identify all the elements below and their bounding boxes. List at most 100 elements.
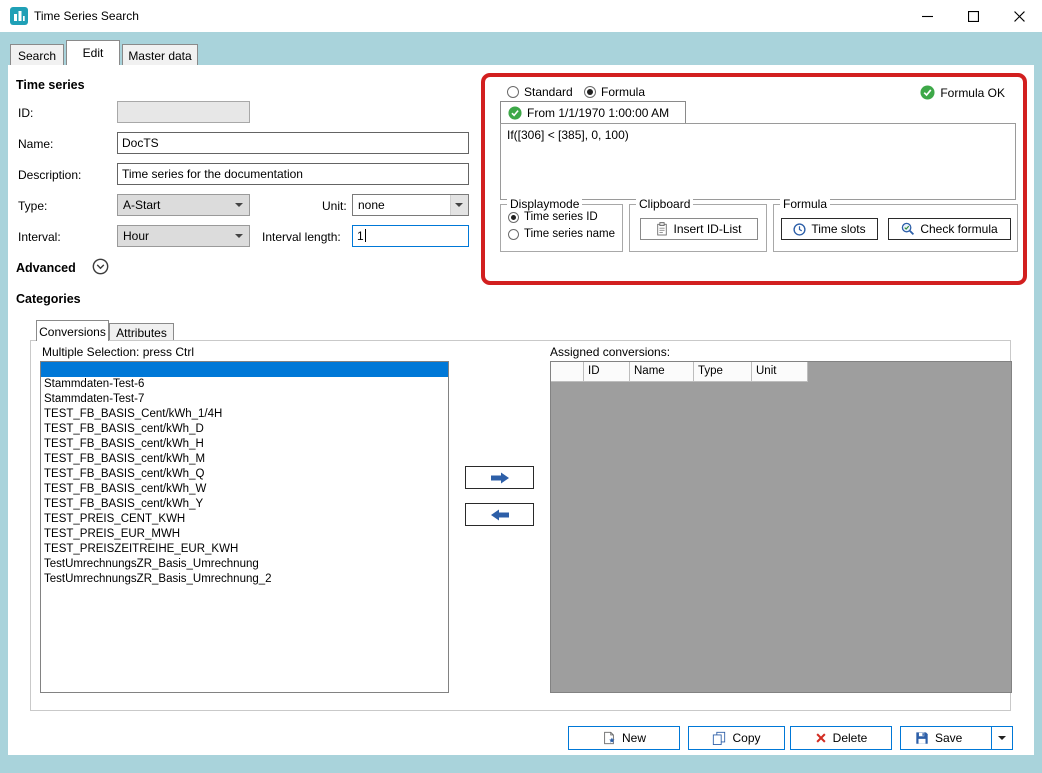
conversions-list[interactable]: Stammdaten-Test-6Stammdaten-Test-7TEST_F… [40, 361, 449, 693]
new-button[interactable]: New [568, 726, 680, 750]
list-item[interactable] [41, 362, 448, 377]
categories-heading: Categories [16, 292, 81, 306]
from-date-label: From 1/1/1970 1:00:00 AM [527, 106, 669, 120]
app-window: Time Series Search Search Edit Master da… [0, 0, 1042, 773]
text-caret [365, 229, 366, 242]
list-item[interactable]: Stammdaten-Test-7 [41, 392, 448, 407]
list-item[interactable]: TEST_PREIS_CENT_KWH [41, 512, 448, 527]
list-item[interactable]: TEST_FB_BASIS_cent/kWh_W [41, 482, 448, 497]
maximize-icon [968, 11, 979, 22]
description-label: Description: [18, 168, 81, 182]
displaymode-title: Displaymode [507, 197, 582, 211]
name-field[interactable]: DocTS [117, 132, 469, 154]
unassign-left-button[interactable] [465, 503, 534, 526]
formula-groupbox: Formula Time slots Check formula [773, 204, 1018, 252]
edit-tab-content: Time series ID: Name: DocTS Description:… [8, 65, 1034, 755]
insert-id-list-button[interactable]: Insert ID-List [640, 218, 758, 240]
magnifier-check-icon [901, 222, 915, 236]
formula-status-label: Formula OK [940, 86, 1005, 100]
column-header[interactable] [551, 362, 584, 382]
tab-edit[interactable]: Edit [66, 40, 120, 65]
list-item[interactable]: TEST_PREISZEITREIHE_EUR_KWH [41, 542, 448, 557]
unit-label: Unit: [322, 199, 347, 213]
assigned-conversions-grid[interactable]: IDNameTypeUnit [550, 361, 1012, 693]
tab-conversions[interactable]: Conversions [36, 320, 109, 341]
formula-panel-annotation: Standard Formula Formula OK From 1/1/197… [481, 73, 1027, 285]
list-item[interactable]: TEST_PREIS_EUR_MWH [41, 527, 448, 542]
formula-status: Formula OK [920, 85, 1005, 100]
interval-length-field[interactable]: 1 [352, 225, 469, 247]
copy-button[interactable]: Copy [688, 726, 785, 750]
multi-selection-hint: Multiple Selection: press Ctrl [42, 345, 194, 359]
maximize-button[interactable] [950, 0, 996, 32]
check-formula-button[interactable]: Check formula [888, 218, 1011, 240]
id-field[interactable] [117, 101, 250, 123]
column-header[interactable]: ID [584, 362, 630, 382]
clipboard-icon [656, 222, 668, 236]
delete-x-icon [815, 732, 827, 744]
list-item[interactable]: Stammdaten-Test-6 [41, 377, 448, 392]
formula-editor[interactable]: If([306] < [385], 0, 100) [500, 123, 1016, 200]
list-item[interactable]: TEST_FB_BASIS_cent/kWh_H [41, 437, 448, 452]
radio-icon[interactable] [584, 86, 596, 98]
window-title: Time Series Search [34, 9, 139, 23]
time-slots-button[interactable]: Time slots [781, 218, 878, 240]
check-circle-icon [920, 85, 935, 100]
type-value: A-Start [123, 198, 229, 212]
close-button[interactable] [996, 0, 1042, 32]
column-header[interactable]: Type [694, 362, 752, 382]
list-item[interactable]: TestUmrechnungsZR_Basis_Umrechnung [41, 557, 448, 572]
list-item[interactable]: TEST_FB_BASIS_cent/kWh_M [41, 452, 448, 467]
close-icon [1014, 11, 1025, 22]
unit-combobox[interactable]: none [352, 194, 469, 216]
minimize-icon [922, 11, 933, 22]
interval-length-label: Interval length: [262, 230, 341, 244]
type-combobox[interactable]: A-Start [117, 194, 250, 216]
tab-search[interactable]: Search [10, 44, 64, 65]
name-label: Name: [18, 137, 53, 151]
list-item[interactable]: TEST_FB_BASIS_Cent/kWh_1/4H [41, 407, 448, 422]
save-button[interactable]: Save [900, 726, 1013, 750]
list-item[interactable]: TEST_FB_BASIS_cent/kWh_D [41, 422, 448, 437]
standard-radio-label: Standard [524, 85, 573, 99]
chevron-down-icon[interactable] [450, 195, 468, 215]
tab-attributes[interactable]: Attributes [109, 323, 174, 341]
check-circle-icon [508, 106, 522, 120]
app-icon [10, 7, 28, 25]
from-date-button[interactable]: From 1/1/1970 1:00:00 AM [500, 101, 686, 123]
advanced-heading: Advanced [16, 261, 76, 275]
formula-radio[interactable]: Formula [584, 85, 645, 99]
radio-icon[interactable] [507, 86, 519, 98]
assigned-table-header: IDNameTypeUnit [551, 362, 1011, 382]
delete-button[interactable]: Delete [790, 726, 892, 750]
column-header[interactable]: Unit [752, 362, 808, 382]
clock-icon [793, 223, 806, 236]
standard-radio[interactable]: Standard [507, 85, 573, 99]
arrow-left-icon [489, 508, 511, 522]
list-item[interactable]: TestUmrechnungsZR_Basis_Umrechnung_2 [41, 572, 448, 587]
type-label: Type: [18, 199, 47, 213]
clipboard-title: Clipboard [636, 197, 693, 211]
arrow-right-icon [489, 471, 511, 485]
tab-master-data[interactable]: Master data [122, 44, 198, 65]
radio-icon[interactable] [508, 229, 519, 240]
radio-icon[interactable] [508, 212, 519, 223]
advanced-expand-icon[interactable] [92, 258, 109, 275]
save-dropdown-button[interactable] [991, 727, 1012, 749]
interval-combobox[interactable]: Hour [117, 225, 250, 247]
description-field[interactable]: Time series for the documentation [117, 163, 469, 185]
displaymode-name-radio[interactable]: Time series name [508, 228, 615, 240]
main-tabstrip: Search Edit Master data [0, 32, 1042, 65]
chevron-down-icon[interactable] [231, 195, 249, 215]
column-header[interactable]: Name [630, 362, 694, 382]
copy-icon [712, 731, 726, 745]
list-item[interactable]: TEST_FB_BASIS_cent/kWh_Q [41, 467, 448, 482]
chevron-down-icon[interactable] [231, 226, 249, 246]
displaymode-id-radio[interactable]: Time series ID [508, 211, 598, 223]
list-item[interactable]: TEST_FB_BASIS_cent/kWh_Y [41, 497, 448, 512]
assign-right-button[interactable] [465, 466, 534, 489]
time-series-heading: Time series [16, 78, 85, 92]
unit-value: none [358, 198, 448, 212]
titlebar: Time Series Search [0, 0, 1042, 32]
minimize-button[interactable] [904, 0, 950, 32]
